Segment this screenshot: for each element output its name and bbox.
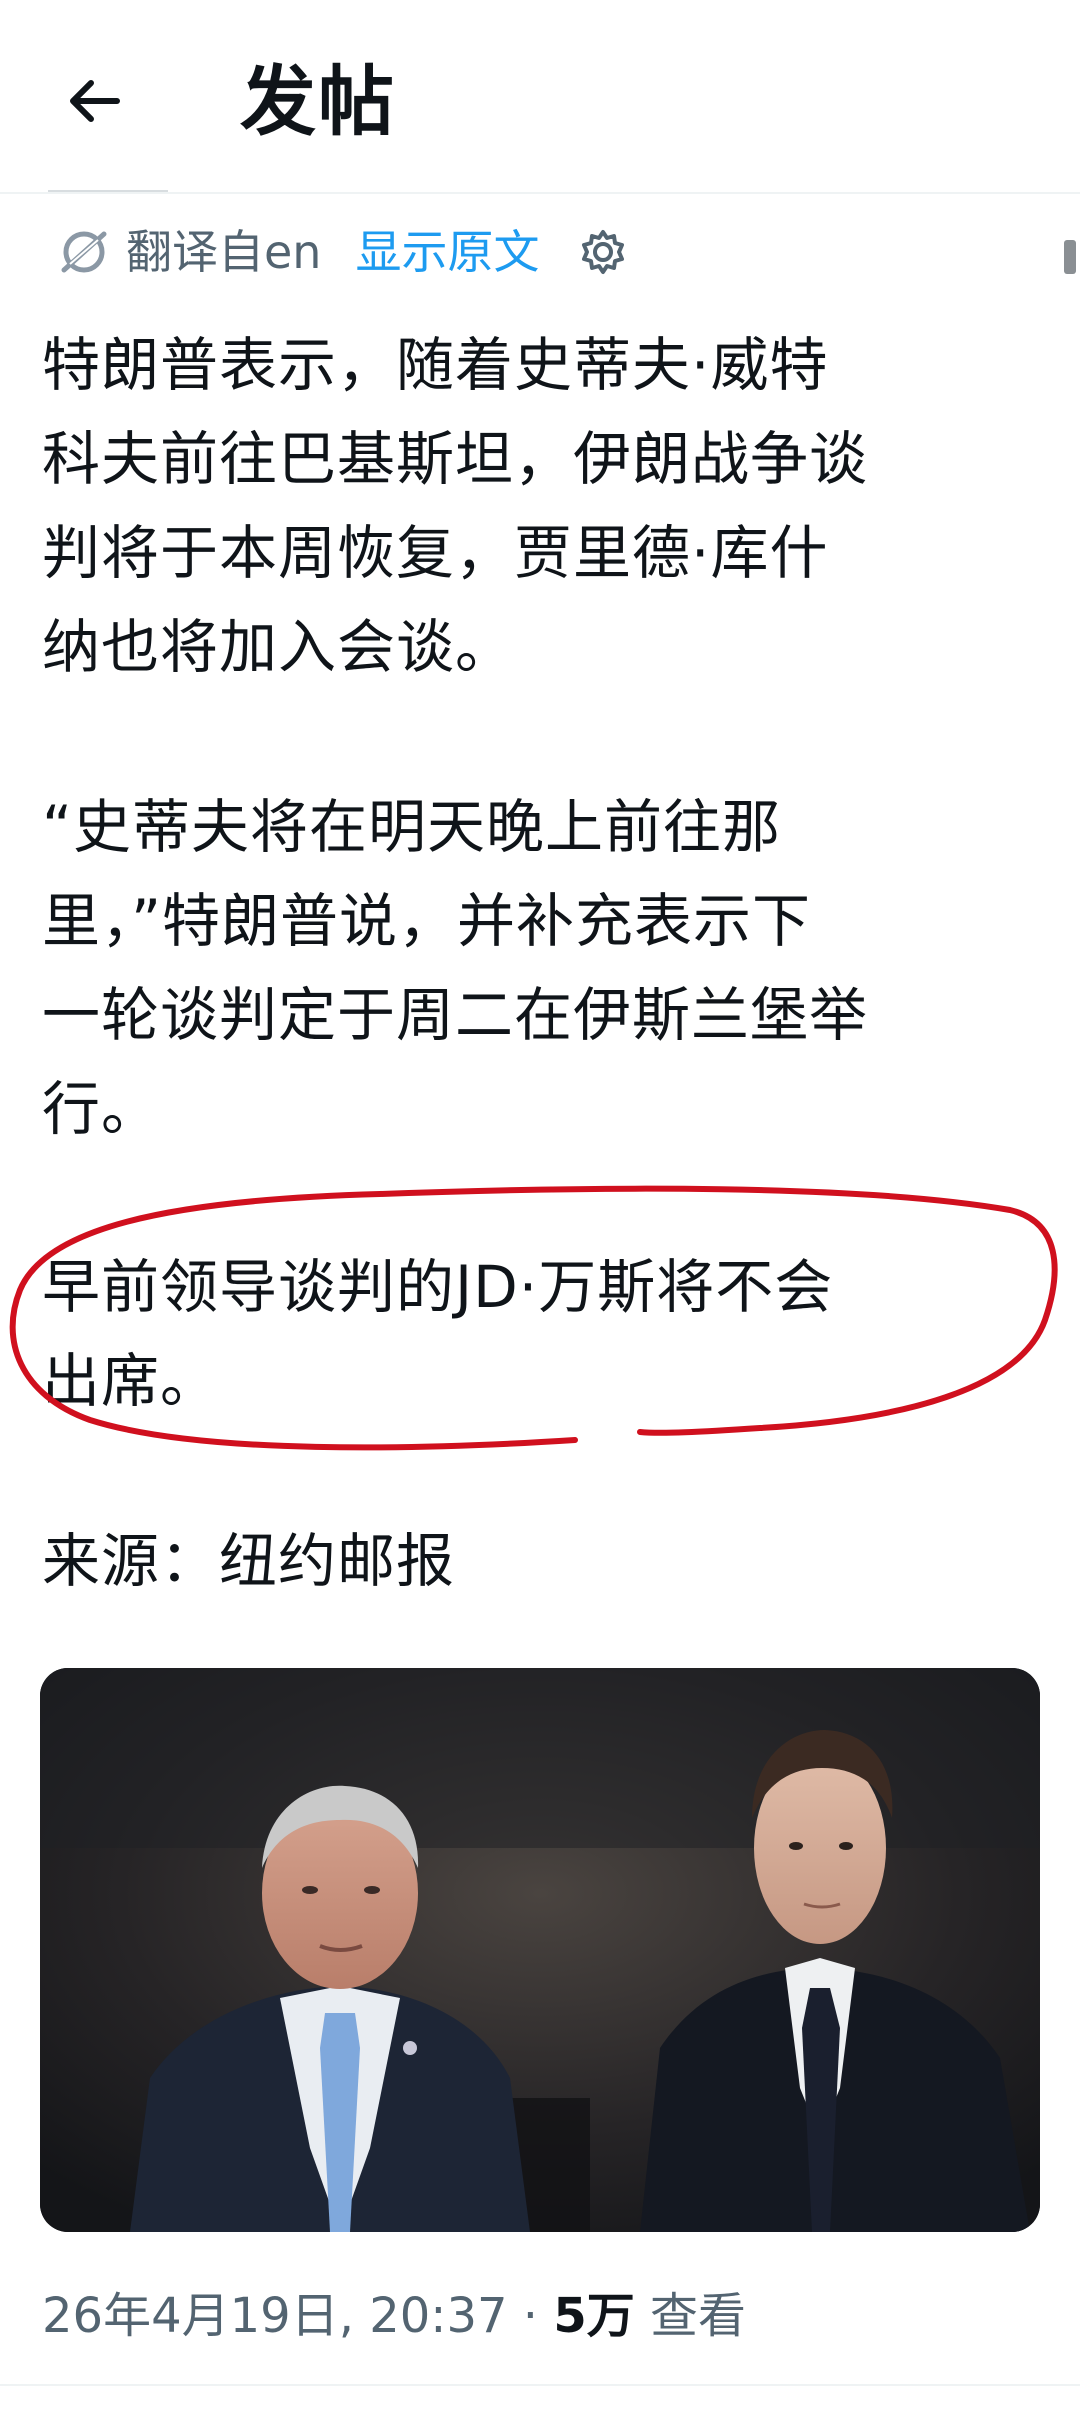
timestamp: 26年4月19日, 20:37 · (42, 2288, 554, 2344)
scrollbar-thumb[interactable] (1064, 240, 1076, 274)
view-count: 5万 (553, 2288, 635, 2344)
top-app-bar: 发帖 (0, 0, 1080, 190)
post-image[interactable] (40, 1668, 1040, 2232)
divider (0, 2384, 1080, 2386)
post-paragraph-1: 特朗普表示，随着史蒂夫·威特 科夫前往巴基斯坦，伊朗战争谈 判将于本周恢复，贾里… (42, 331, 869, 681)
post-source: 来源：纽约邮报 (42, 1527, 456, 1595)
translated-from-label: 翻译自en (126, 225, 322, 279)
post-meta: 26年4月19日, 20:37 · 5万 查看 (42, 2276, 746, 2356)
post-paragraph-3-highlighted: 早前领导谈判的JD·万斯将不会 出席。 (42, 1253, 834, 1415)
show-original-link[interactable]: 显示原文 (355, 212, 539, 292)
post-paragraph-2: “史蒂夫将在明天晚上前往那 里，”特朗普说，并补充表示下 一轮谈判定于周二在伊斯… (42, 793, 869, 1143)
page-title: 发帖 (240, 57, 396, 146)
translation-bar: 翻译自en 显示原文 (56, 212, 631, 292)
header-divider (0, 192, 1080, 194)
back-button[interactable] (40, 48, 150, 158)
views-label: 查看 (634, 2288, 746, 2344)
translate-icon (56, 224, 112, 280)
photo-two-men-seated-interview (40, 1668, 1040, 2232)
gear-icon[interactable] (579, 226, 631, 278)
arrow-left-icon (65, 71, 125, 135)
